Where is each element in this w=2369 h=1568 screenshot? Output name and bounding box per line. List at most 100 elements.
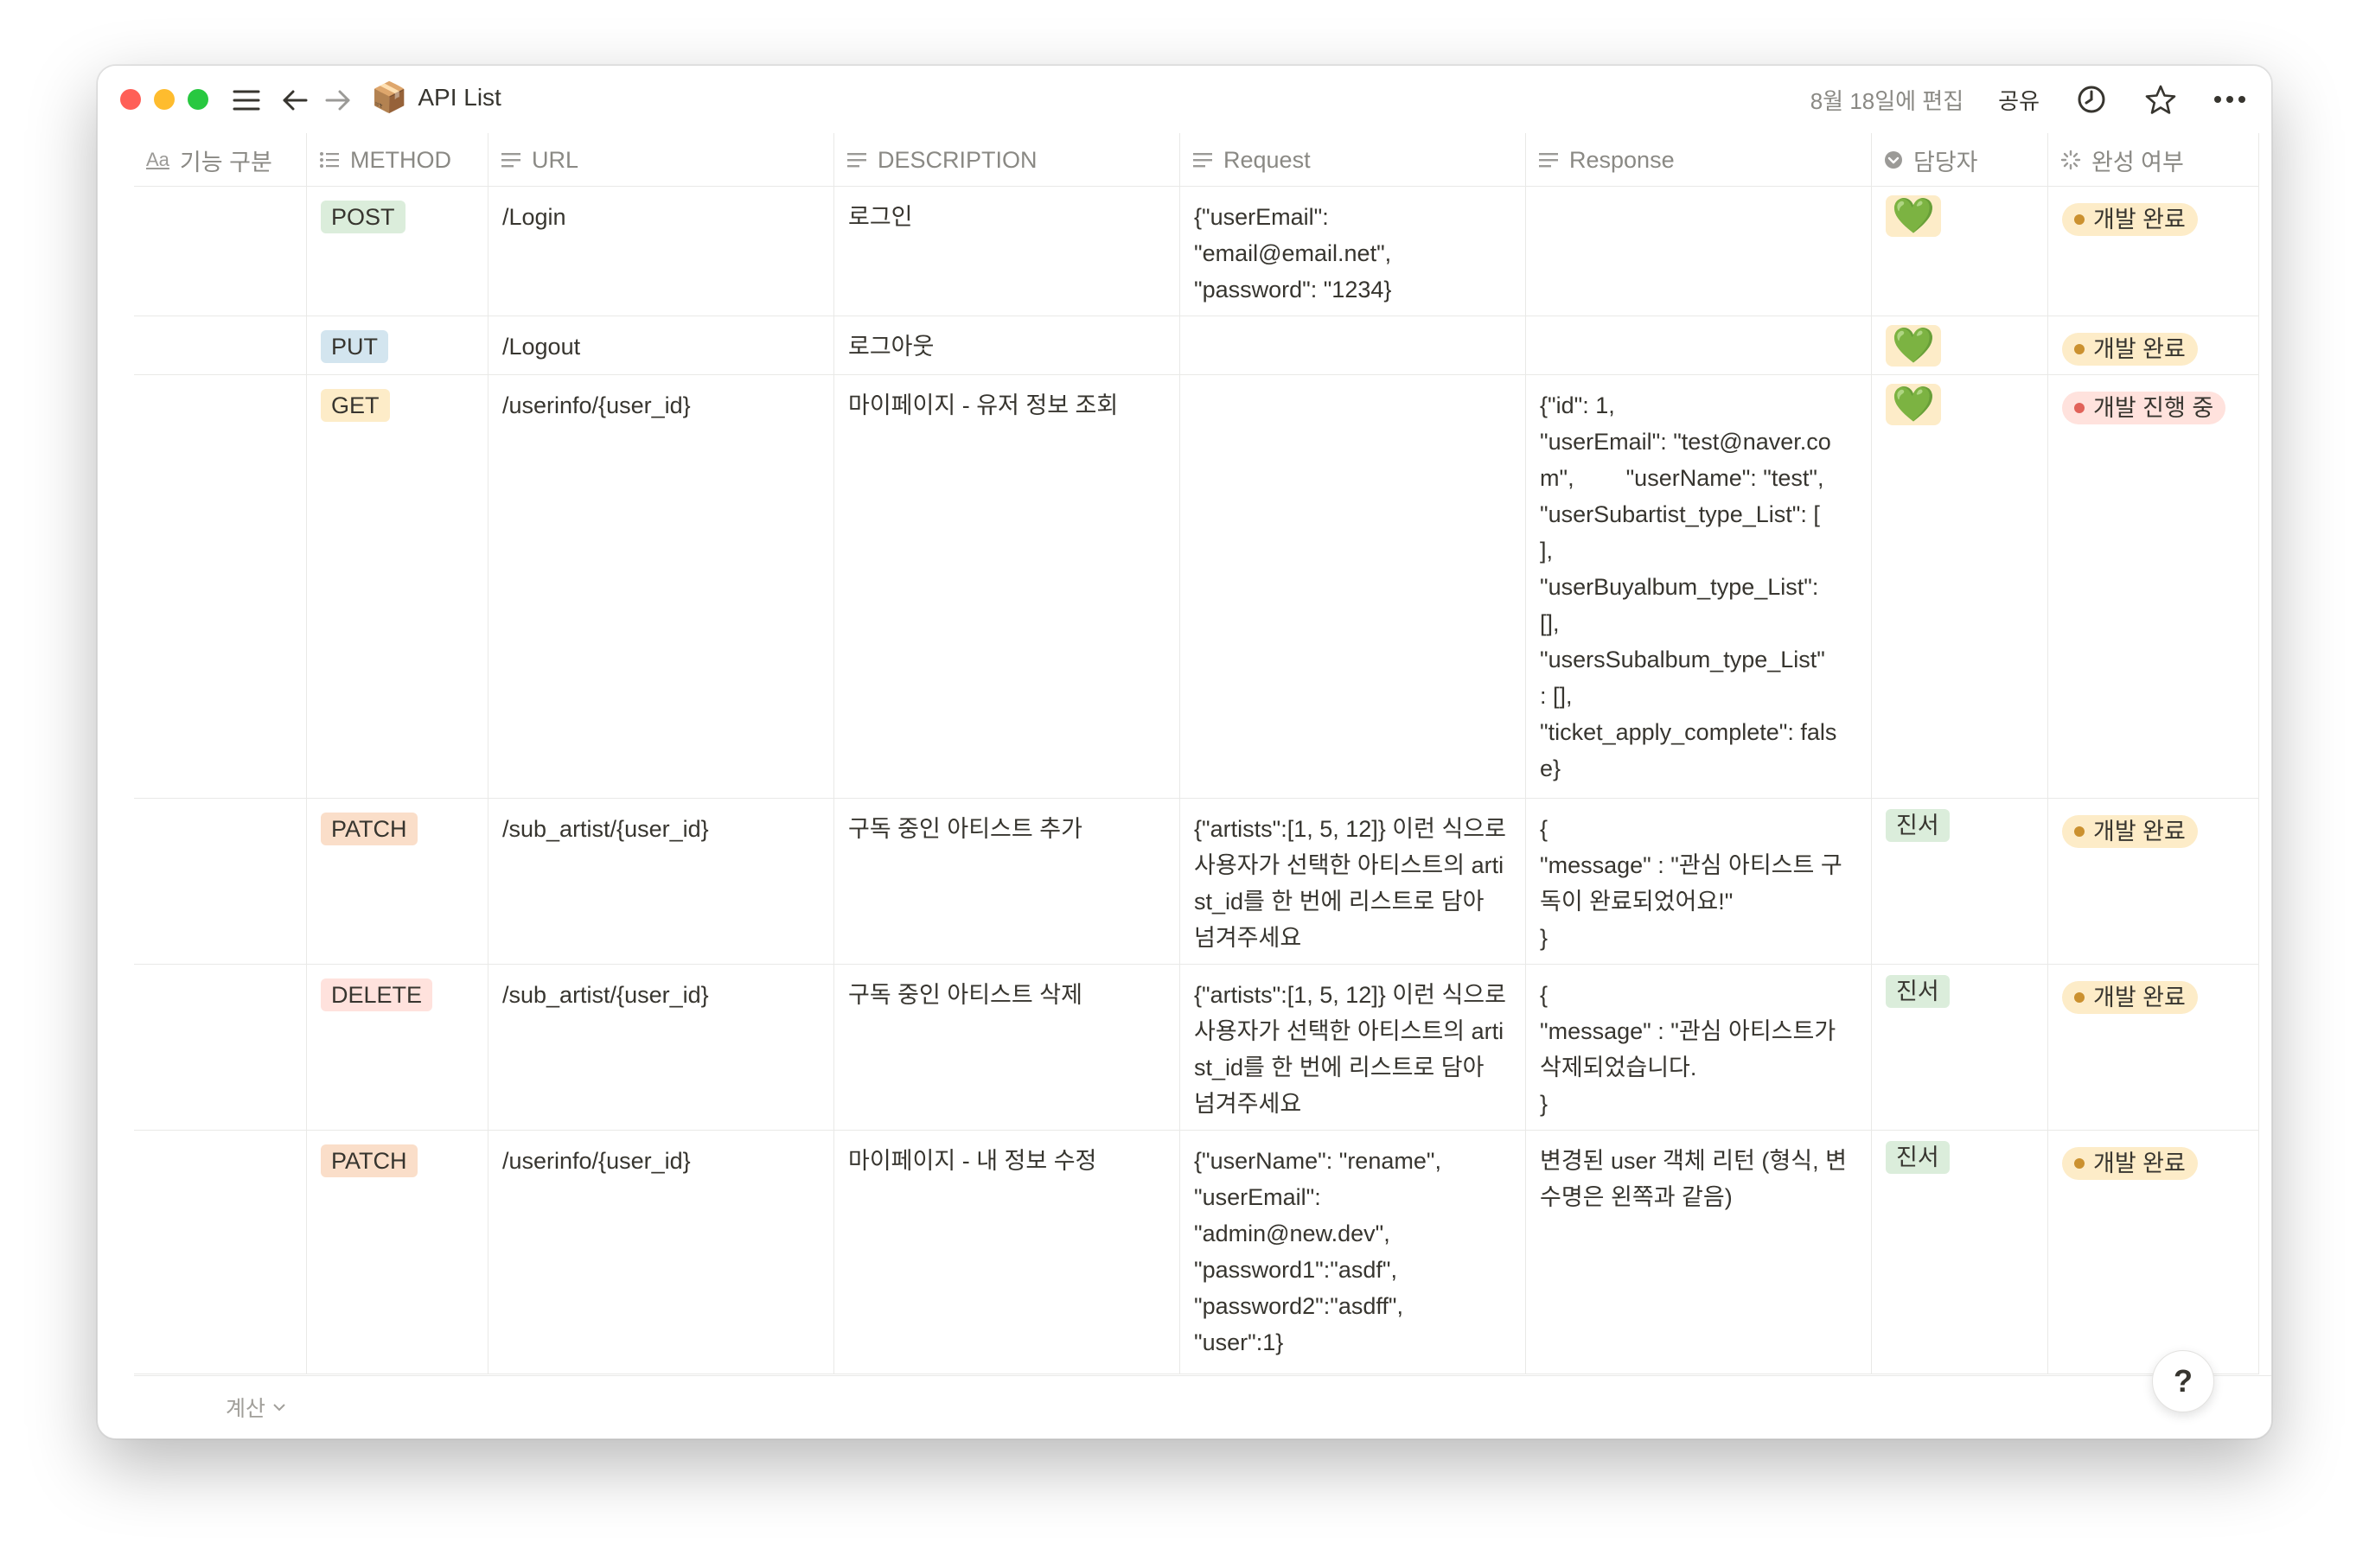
cell-url[interactable]: /userinfo/{user_id} xyxy=(488,375,834,798)
share-button[interactable]: 공유 xyxy=(1998,84,2040,116)
cell-description[interactable]: 구독 중인 아티스트 삭제 xyxy=(834,965,1180,1130)
cell-owner[interactable]: 💚 xyxy=(1872,375,2048,798)
cell-request[interactable] xyxy=(1180,316,1526,374)
table-row[interactable]: DELETE/sub_artist/{user_id} 구독 중인 아티스트 삭제… xyxy=(134,965,2259,1131)
cell-status[interactable]: 개발 완료 xyxy=(2048,316,2259,374)
column-header-response[interactable]: Response xyxy=(1526,133,1872,187)
status-badge: 개발 완료 xyxy=(2062,981,2198,1014)
clock-history-icon[interactable] xyxy=(2074,82,2109,117)
green-heart-icon: 💚 xyxy=(1886,195,1941,237)
cell-request[interactable]: {"artists":[1, 5, 12]} 이런 식으로 사용자가 선택한 아… xyxy=(1180,799,1526,964)
method-tag: PATCH xyxy=(321,813,418,845)
status-dot-icon xyxy=(2074,344,2085,354)
cell-request[interactable]: {"artists":[1, 5, 12]} 이런 식으로 사용자가 선택한 아… xyxy=(1180,965,1526,1130)
page-title-text: API List xyxy=(418,84,501,111)
text-lines-icon xyxy=(1539,153,1558,168)
cell-response[interactable]: { "message" : "관심 아티스트 구독이 완료되었어요!" } xyxy=(1526,799,1872,964)
star-icon[interactable] xyxy=(2143,82,2178,117)
column-header-status[interactable]: 완성 여부 xyxy=(2048,133,2259,187)
table-body: POST/Login 로그인 {"userEmail": "email@email.… xyxy=(134,187,2259,1374)
column-header-description[interactable]: DESCRIPTION xyxy=(834,133,1180,187)
cell-status[interactable]: 개발 완료 xyxy=(2048,965,2259,1130)
cell-request[interactable]: {"userEmail": "email@email.net", "passwo… xyxy=(1180,187,1526,316)
cell-url[interactable]: /sub_artist/{user_id} xyxy=(488,799,834,964)
cell-method[interactable]: PUT xyxy=(307,316,488,374)
status-label: 개발 완료 xyxy=(2093,819,2186,845)
cell-feature[interactable] xyxy=(134,1131,307,1374)
cell-method[interactable]: PATCH xyxy=(307,1131,488,1374)
status-dot-icon xyxy=(2074,403,2085,413)
cell-response[interactable] xyxy=(1526,187,1872,316)
column-header-url[interactable]: URL xyxy=(488,133,834,187)
column-header-label: 기능 구분 xyxy=(179,149,272,175)
sidebar-menu-icon[interactable] xyxy=(227,81,265,119)
title-bar: 📦 API List 8월 18일에 편집 공유 xyxy=(98,66,2271,133)
table-header: Aa 기능 구분 METHOD URL DESCRIPTION Request xyxy=(134,133,2259,187)
cell-feature[interactable] xyxy=(134,965,307,1130)
cell-request[interactable]: {"userName": "rename", "userEmail": "adm… xyxy=(1180,1131,1526,1374)
cell-status[interactable]: 개발 완료 xyxy=(2048,1131,2259,1374)
table-row[interactable]: PUT/Logout 로그아웃 💚 개발 완료 xyxy=(134,316,2259,375)
package-icon: 📦 xyxy=(371,81,408,114)
column-header-owner[interactable]: 담당자 xyxy=(1872,133,2048,187)
cell-response[interactable]: 변경된 user 객체 리턴 (형식, 변수명은 왼쪽과 같음) xyxy=(1526,1131,1872,1374)
table-row[interactable]: PATCH/userinfo/{user_id} 마이페이지 - 내 정보 수정{… xyxy=(134,1131,2259,1374)
cell-status[interactable]: 개발 완료 xyxy=(2048,187,2259,316)
method-tag: POST xyxy=(321,201,405,233)
cell-feature[interactable] xyxy=(134,187,307,316)
back-arrow-icon[interactable] xyxy=(276,81,314,119)
status-badge: 개발 완료 xyxy=(2062,333,2198,366)
cell-method[interactable]: DELETE xyxy=(307,965,488,1130)
cell-method[interactable]: GET xyxy=(307,375,488,798)
page-title[interactable]: 📦 API List xyxy=(371,83,501,112)
cell-description[interactable]: 마이페이지 - 유저 정보 조회 xyxy=(834,375,1180,798)
cell-feature[interactable] xyxy=(134,375,307,798)
column-header-request[interactable]: Request xyxy=(1180,133,1526,187)
status-badge: 개발 완료 xyxy=(2062,1147,2198,1180)
status-label: 개발 완료 xyxy=(2093,207,2186,233)
cell-request[interactable] xyxy=(1180,375,1526,798)
cell-description[interactable]: 로그인 xyxy=(834,187,1180,316)
column-header-label: METHOD xyxy=(350,146,451,173)
cell-owner[interactable]: 진서 xyxy=(1872,965,2048,1130)
cell-url[interactable]: /sub_artist/{user_id} xyxy=(488,965,834,1130)
table-row[interactable]: POST/Login 로그인 {"userEmail": "email@email.… xyxy=(134,187,2259,316)
cell-method[interactable]: PATCH xyxy=(307,799,488,964)
status-dot-icon xyxy=(2074,1158,2085,1169)
cell-url[interactable]: /Logout xyxy=(488,316,834,374)
cell-description[interactable]: 마이페이지 - 내 정보 수정 xyxy=(834,1131,1180,1374)
cell-status[interactable]: 개발 완료 xyxy=(2048,799,2259,964)
table-row[interactable]: PATCH/sub_artist/{user_id} 구독 중인 아티스트 추가{… xyxy=(134,799,2259,965)
column-header-method[interactable]: METHOD xyxy=(307,133,488,187)
cell-owner[interactable]: 💚 xyxy=(1872,187,2048,316)
owner-tag: 진서 xyxy=(1886,1141,1950,1174)
cell-owner[interactable]: 💚 xyxy=(1872,316,2048,374)
cell-feature[interactable] xyxy=(134,316,307,374)
text-lines-icon xyxy=(847,153,866,168)
table-row[interactable]: GET/userinfo/{user_id} 마이페이지 - 유저 정보 조회 {"… xyxy=(134,375,2259,799)
status-badge: 개발 완료 xyxy=(2062,203,2198,236)
cell-response[interactable] xyxy=(1526,316,1872,374)
column-header-feature[interactable]: Aa 기능 구분 xyxy=(134,133,307,187)
cell-status[interactable]: 개발 진행 중 xyxy=(2048,375,2259,798)
status-label: 개발 완료 xyxy=(2093,985,2186,1010)
more-options-icon[interactable] xyxy=(2213,82,2247,117)
green-heart-icon: 💚 xyxy=(1886,325,1941,367)
cell-response[interactable]: { "message" : "관심 아티스트가 삭제되었습니다. } xyxy=(1526,965,1872,1130)
cell-response[interactable]: {"id": 1, "userEmail": "test@naver.com",… xyxy=(1526,375,1872,798)
close-window-button[interactable] xyxy=(120,89,141,110)
calculate-button[interactable]: 계산 xyxy=(226,1392,286,1423)
cell-url[interactable]: /userinfo/{user_id} xyxy=(488,1131,834,1374)
cell-method[interactable]: POST xyxy=(307,187,488,316)
status-dot-icon xyxy=(2074,992,2085,1003)
cell-description[interactable]: 로그아웃 xyxy=(834,316,1180,374)
cell-description[interactable]: 구독 중인 아티스트 추가 xyxy=(834,799,1180,964)
help-button[interactable]: ? xyxy=(2152,1350,2214,1412)
cell-feature[interactable] xyxy=(134,799,307,964)
cell-url[interactable]: /Login xyxy=(488,187,834,316)
cell-owner[interactable]: 진서 xyxy=(1872,799,2048,964)
zoom-window-button[interactable] xyxy=(188,89,208,110)
cell-owner[interactable]: 진서 xyxy=(1872,1131,2048,1374)
forward-arrow-icon[interactable] xyxy=(319,81,357,119)
minimize-window-button[interactable] xyxy=(154,89,175,110)
